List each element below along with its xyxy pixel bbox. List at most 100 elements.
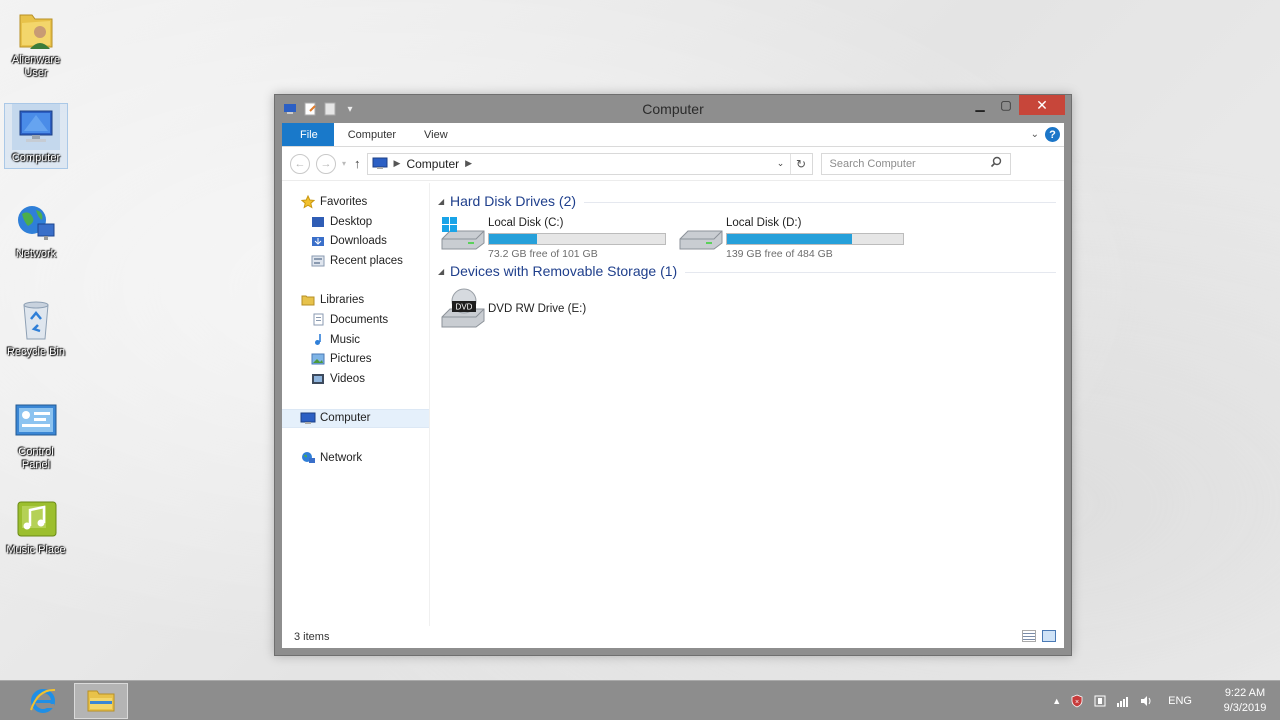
drive-usage-bar bbox=[726, 233, 904, 245]
computer-icon bbox=[12, 104, 60, 150]
computer-small-icon bbox=[300, 411, 316, 425]
nav-item-label: Libraries bbox=[320, 294, 365, 307]
refresh-icon[interactable]: ↻ bbox=[789, 153, 812, 174]
window-title: Computer bbox=[642, 101, 704, 117]
nav-item-computer[interactable]: Computer bbox=[282, 408, 429, 429]
ribbon-right-controls: ⌄ ? bbox=[1031, 127, 1060, 142]
dvd-drive-icon: DVD bbox=[438, 287, 488, 331]
desktop-icon-label: Music Place bbox=[6, 544, 66, 556]
close-button[interactable]: ✕ bbox=[1019, 95, 1065, 115]
desktop-icon-computer[interactable]: Computer bbox=[4, 103, 68, 169]
desktop-icon-label: Alienware User bbox=[11, 54, 61, 79]
drive-item-c[interactable]: Local Disk (C:) 73.2 GB free of 101 GB bbox=[438, 215, 676, 260]
view-switcher bbox=[1022, 630, 1056, 642]
address-bar[interactable]: ▶ Computer ▶ ⌄ ↻ bbox=[366, 152, 813, 175]
action-center-flag-icon[interactable] bbox=[1093, 694, 1107, 708]
address-dropdown-icon[interactable]: ⌄ bbox=[772, 158, 790, 169]
customize-toolbar-icon[interactable]: ▾ bbox=[343, 102, 357, 116]
device-name: DVD RW Drive (E:) bbox=[488, 303, 587, 315]
show-hidden-icons-icon[interactable]: ▲ bbox=[1052, 696, 1061, 706]
large-icons-view-button[interactable] bbox=[1042, 630, 1056, 642]
security-shield-icon[interactable]: × bbox=[1070, 694, 1084, 708]
nav-item-label: Network bbox=[320, 451, 363, 464]
control-panel-icon bbox=[12, 398, 60, 444]
desktop-icon-recycle-bin[interactable]: Recycle Bin bbox=[4, 298, 68, 359]
up-button[interactable]: ↑ bbox=[354, 156, 361, 171]
drives-row: Local Disk (C:) 73.2 GB free of 101 GB L… bbox=[438, 215, 1056, 260]
network-status-icon[interactable] bbox=[1116, 694, 1130, 708]
nav-item-desktop[interactable]: Desktop bbox=[282, 212, 429, 232]
file-explorer-button[interactable] bbox=[74, 683, 128, 719]
nav-item-downloads[interactable]: Downloads bbox=[282, 231, 429, 251]
search-input[interactable] bbox=[829, 157, 980, 170]
search-icon[interactable] bbox=[990, 156, 1002, 171]
group-title: Devices with Removable Storage (1) bbox=[450, 263, 678, 279]
window-titlebar[interactable]: ▾ Computer ▁ ▢ ✕ bbox=[275, 95, 1071, 123]
breadcrumb-separator-icon[interactable]: ▶ bbox=[465, 158, 472, 169]
desktop-icon-music-place[interactable]: Music Place bbox=[4, 496, 68, 557]
drive-name: Local Disk (D:) bbox=[726, 217, 802, 229]
desktop-icon-control-panel[interactable]: Control Panel bbox=[4, 398, 68, 472]
collapse-arrow-icon[interactable]: ◢ bbox=[438, 267, 444, 276]
volume-icon[interactable] bbox=[1139, 694, 1153, 708]
forward-button[interactable]: → bbox=[316, 153, 336, 174]
drive-item-d[interactable]: Local Disk (D:) 139 GB free of 484 GB bbox=[676, 215, 914, 260]
breadcrumb-computer[interactable]: Computer bbox=[406, 157, 459, 171]
nav-item-label: Music bbox=[330, 333, 361, 346]
nav-item-label: Recent places bbox=[330, 254, 403, 267]
expand-ribbon-icon[interactable]: ⌄ bbox=[1031, 129, 1039, 140]
clock[interactable]: 9:22 AM 9/3/2019 bbox=[1210, 686, 1280, 716]
documents-icon bbox=[310, 313, 326, 327]
maximize-button[interactable]: ▢ bbox=[993, 95, 1019, 115]
nav-item-libraries[interactable]: Libraries bbox=[282, 290, 429, 310]
desktop-icon-user[interactable]: Alienware User bbox=[4, 6, 68, 80]
nav-item-favorites[interactable]: Favorites bbox=[282, 192, 429, 212]
group-divider bbox=[584, 201, 1056, 203]
desktop-icon-label: Network bbox=[15, 248, 57, 260]
nav-item-music[interactable]: Music bbox=[282, 330, 429, 350]
nav-item-recent-places[interactable]: Recent places bbox=[282, 251, 429, 271]
nav-item-videos[interactable]: Videos bbox=[282, 369, 429, 389]
language-indicator[interactable]: ENG bbox=[1168, 695, 1192, 707]
help-icon[interactable]: ? bbox=[1045, 127, 1060, 142]
tab-computer[interactable]: Computer bbox=[334, 123, 410, 146]
nav-item-documents[interactable]: Documents bbox=[282, 310, 429, 330]
downloads-folder-icon bbox=[310, 234, 326, 248]
back-button[interactable]: ← bbox=[290, 153, 310, 174]
minimize-button[interactable]: ▁ bbox=[967, 95, 993, 115]
ribbon-tabs: File Computer View ⌄ ? bbox=[282, 123, 1064, 147]
drive-usage-fill bbox=[727, 234, 853, 244]
system-tray: ▲ × ENG 9:22 AM 9/3/2019 bbox=[1052, 681, 1280, 720]
tab-view[interactable]: View bbox=[410, 123, 462, 146]
desktop-icon-label: Control Panel bbox=[18, 446, 54, 471]
search-box[interactable] bbox=[820, 152, 1011, 175]
drive-usage-fill bbox=[489, 234, 538, 244]
desktop-icon-network[interactable]: Network bbox=[4, 200, 68, 261]
details-view-button[interactable] bbox=[1022, 630, 1036, 642]
user-folder-icon bbox=[12, 6, 60, 52]
recent-locations-icon[interactable]: ▾ bbox=[342, 159, 346, 168]
hard-drive-icon bbox=[676, 215, 726, 253]
collapse-arrow-icon[interactable]: ◢ bbox=[438, 197, 444, 206]
group-header-hard-disk-drives[interactable]: ◢ Hard Disk Drives (2) bbox=[438, 191, 1056, 211]
group-header-removable-storage[interactable]: ◢ Devices with Removable Storage (1) bbox=[438, 261, 1056, 281]
internet-explorer-button[interactable] bbox=[16, 683, 70, 719]
file-explorer-icon bbox=[86, 687, 116, 716]
tab-file[interactable]: File bbox=[282, 123, 334, 146]
properties-icon[interactable] bbox=[303, 102, 317, 116]
music-note-icon bbox=[310, 333, 326, 347]
quick-access-toolbar: ▾ bbox=[283, 102, 357, 116]
libraries-icon bbox=[300, 293, 316, 307]
breadcrumb-separator-icon[interactable]: ▶ bbox=[394, 158, 401, 169]
recycle-bin-icon bbox=[12, 298, 60, 344]
nav-item-network[interactable]: Network bbox=[282, 448, 429, 468]
nav-item-label: Computer bbox=[320, 412, 371, 425]
computer-small-icon[interactable] bbox=[283, 102, 297, 116]
new-folder-icon[interactable] bbox=[323, 102, 337, 116]
music-place-icon bbox=[12, 496, 60, 542]
device-item-dvd[interactable]: DVD DVD RW Drive (E:) bbox=[438, 287, 1056, 331]
explorer-window: ▾ Computer ▁ ▢ ✕ File Computer View ⌄ ? … bbox=[274, 94, 1072, 656]
group-title: Hard Disk Drives (2) bbox=[450, 193, 577, 209]
nav-item-label: Videos bbox=[330, 373, 365, 386]
nav-item-pictures[interactable]: Pictures bbox=[282, 350, 429, 370]
